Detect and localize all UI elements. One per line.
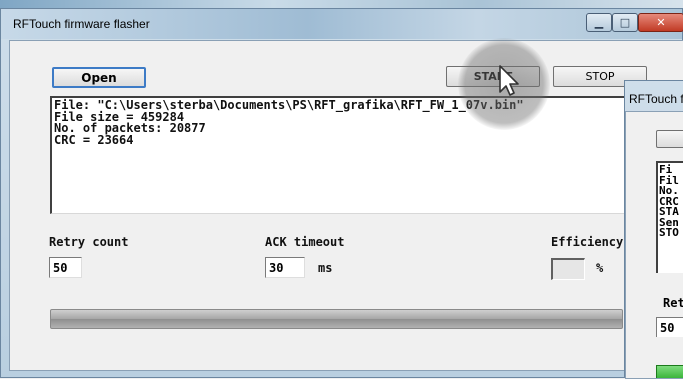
- main-window: RFTouch firmware flasher ▁ □ ✕ Open STAR…: [0, 8, 683, 378]
- ack-unit-label: ms: [318, 261, 333, 275]
- second-progress-bar: [656, 365, 683, 378]
- ack-timeout-label: ACK timeout: [265, 235, 345, 249]
- title-bar[interactable]: RFTouch firmware flasher ▁ □ ✕: [1, 9, 683, 39]
- close-button[interactable]: ✕: [638, 13, 683, 32]
- ack-timeout-input[interactable]: 30: [265, 257, 305, 278]
- close-icon: ✕: [656, 16, 666, 29]
- start-button[interactable]: START: [446, 66, 540, 87]
- second-retry-input[interactable]: 50: [656, 317, 683, 337]
- maximize-icon: □: [619, 16, 631, 29]
- open-button[interactable]: Open: [52, 67, 146, 88]
- efficiency-field: [551, 258, 585, 280]
- retry-count-input[interactable]: 50: [49, 257, 82, 278]
- second-retry-label: Ret: [663, 296, 683, 310]
- minimize-icon: ▁: [594, 16, 604, 29]
- progress-bar: [50, 309, 623, 329]
- second-log-output[interactable]: Fi Fil No. CRC STA Sen STO: [656, 161, 683, 273]
- log-line: CRC = 23664: [54, 132, 134, 147]
- efficiency-unit-label: %: [596, 261, 604, 275]
- window-title: RFTouch firmware flasher: [13, 17, 150, 31]
- second-window[interactable]: RFTouch fir FiFilNo.CRCSTASenSTO Ret 50: [624, 80, 683, 379]
- retry-count-label: Retry count: [49, 235, 129, 249]
- maximize-button[interactable]: □: [612, 13, 638, 32]
- log-line: STO: [659, 226, 679, 239]
- second-client-area: Fi Fil No. CRC STA Sen STO Ret 50: [625, 111, 683, 379]
- efficiency-label: Efficiency: [551, 235, 624, 249]
- log-output[interactable]: File: "C:\Users\sterba\Documents\PS\RFT_…: [50, 96, 640, 214]
- second-window-title: RFTouch fir: [629, 92, 683, 106]
- client-area: Open START STOP File: "C:\Users\sterba\D…: [9, 40, 683, 371]
- second-open-button[interactable]: [656, 130, 683, 148]
- minimize-button[interactable]: ▁: [586, 13, 612, 32]
- mouse-cursor-icon: [499, 65, 519, 96]
- log-line: No. of packets: 20877: [54, 121, 206, 135]
